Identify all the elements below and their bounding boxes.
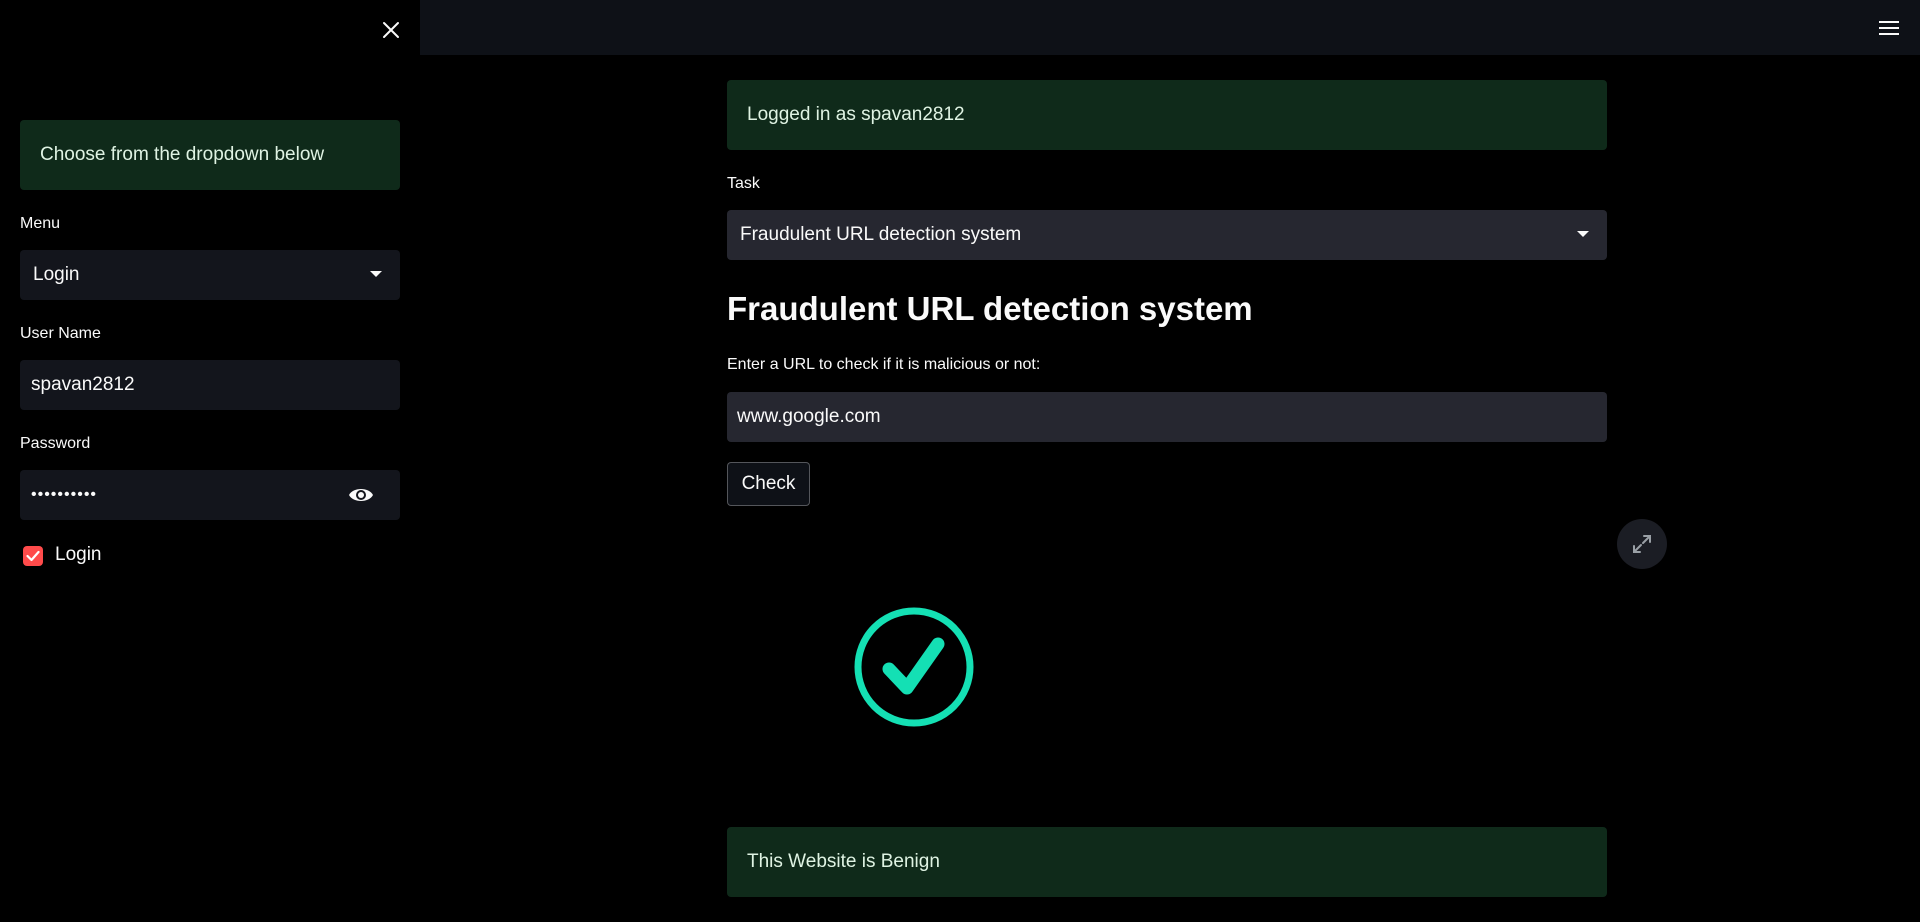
close-icon: [383, 22, 399, 38]
username-label: User Name: [20, 325, 101, 342]
top-bar: [420, 0, 1920, 55]
task-label: Task: [727, 175, 760, 192]
fullscreen-button[interactable]: [1617, 519, 1667, 569]
checkmark-circle-icon: [854, 607, 974, 727]
menu-icon: [1879, 21, 1899, 23]
password-value: ••••••••••: [31, 486, 98, 503]
check-icon: [26, 550, 40, 562]
task-select[interactable]: Fraudulent URL detection system: [727, 210, 1607, 260]
success-animation: [727, 520, 1087, 780]
menu-icon: [1879, 27, 1899, 29]
show-password-button[interactable]: [348, 485, 374, 510]
check-button[interactable]: Check: [727, 462, 810, 506]
chevron-down-icon: [370, 271, 382, 277]
main-menu-button[interactable]: [1876, 16, 1902, 40]
page-title: Fraudulent URL detection system: [727, 290, 1253, 327]
url-input[interactable]: [727, 392, 1607, 442]
password-input[interactable]: ••••••••••: [20, 470, 400, 520]
menu-select[interactable]: Login: [20, 250, 400, 300]
login-checkbox[interactable]: [23, 546, 43, 566]
logged-in-banner: Logged in as spavan2812: [727, 80, 1607, 150]
username-input[interactable]: spavan2812: [20, 360, 400, 410]
menu-select-value: Login: [33, 264, 80, 285]
url-input-label: Enter a URL to check if it is malicious …: [727, 356, 1041, 373]
chevron-down-icon: [1577, 231, 1589, 237]
close-sidebar-button[interactable]: [378, 17, 404, 43]
result-banner: This Website is Benign: [727, 827, 1607, 897]
sidebar-info-banner: Choose from the dropdown below: [20, 120, 400, 190]
menu-label: Menu: [20, 215, 61, 232]
menu-icon: [1879, 33, 1899, 35]
username-value: spavan2812: [31, 374, 135, 395]
login-checkbox-label[interactable]: Login: [55, 544, 102, 566]
eye-icon: [349, 489, 373, 501]
sidebar: Choose from the dropdown below Menu Logi…: [0, 0, 420, 922]
task-select-value: Fraudulent URL detection system: [740, 224, 1022, 245]
expand-icon: [1633, 535, 1651, 553]
password-label: Password: [20, 435, 91, 452]
